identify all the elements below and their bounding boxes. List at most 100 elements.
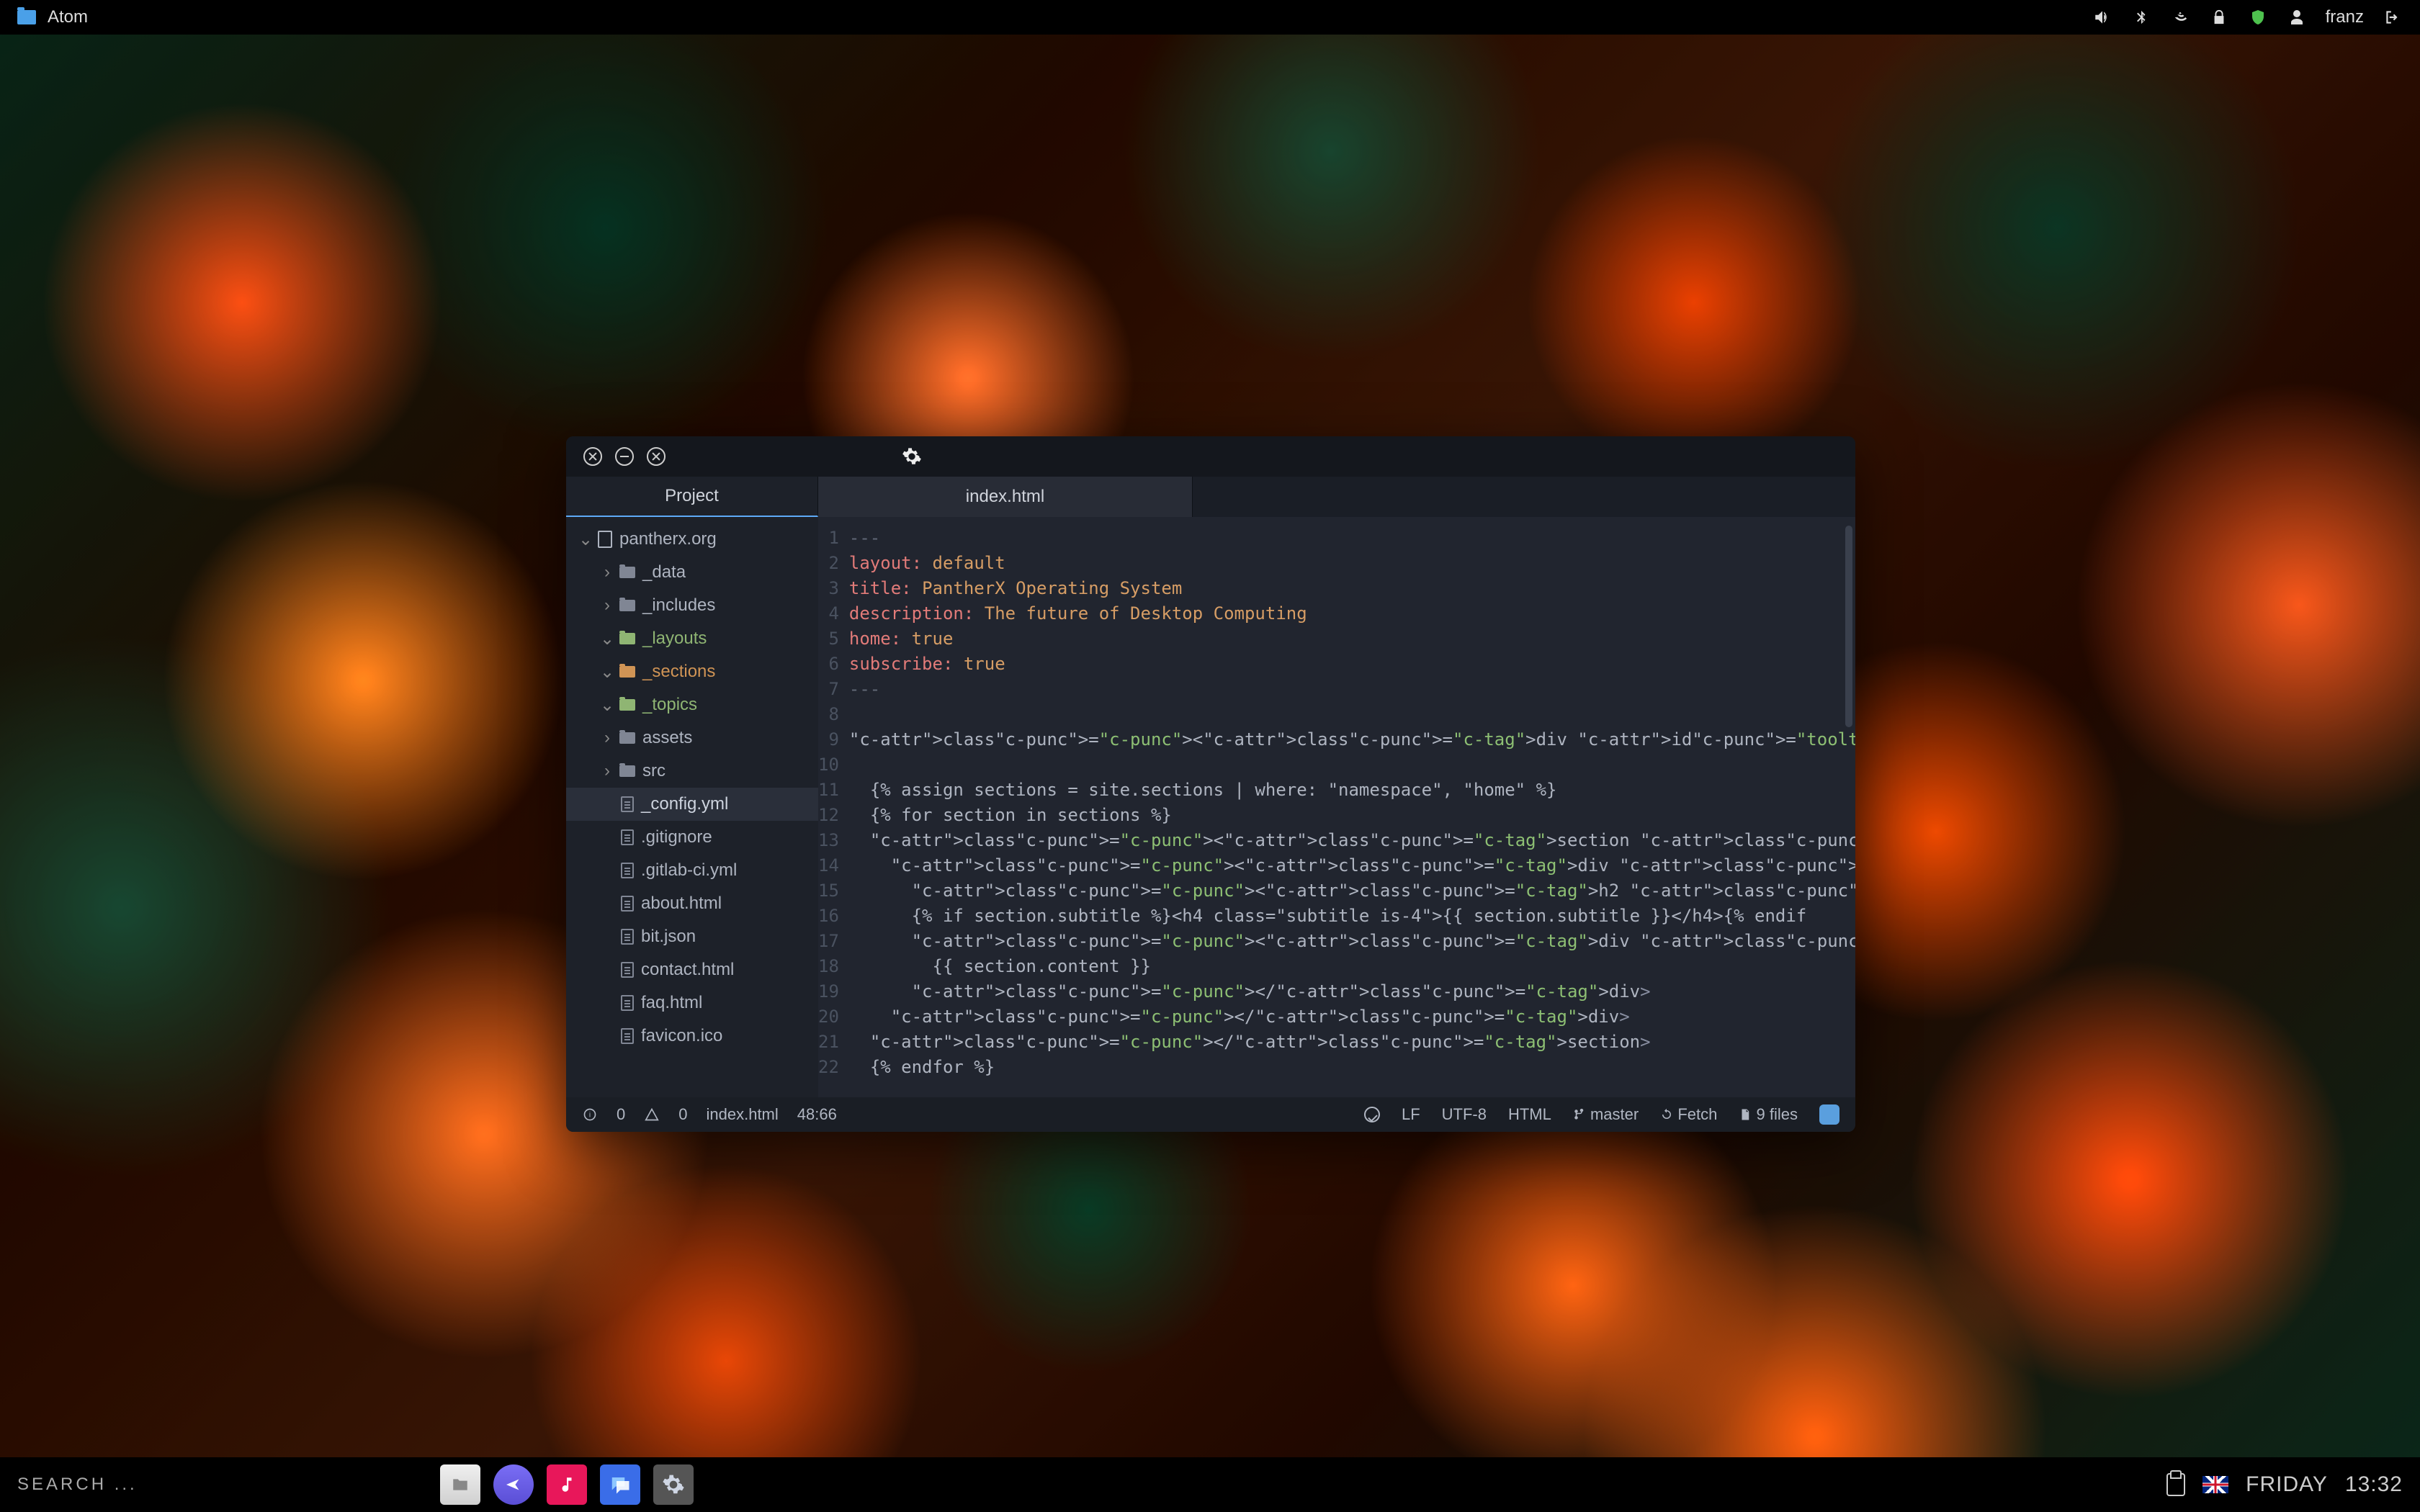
cursor-position[interactable]: 48:66 bbox=[797, 1105, 837, 1124]
top-panel: Atom franz bbox=[0, 0, 2420, 35]
tree-folder[interactable]: › _data bbox=[566, 556, 818, 589]
lock-icon[interactable] bbox=[2209, 7, 2229, 27]
tree-item-label: _data bbox=[642, 562, 686, 582]
wifi-icon[interactable] bbox=[2170, 7, 2190, 27]
file-icon bbox=[621, 863, 634, 878]
file-icon bbox=[621, 962, 634, 978]
search-input[interactable]: SEARCH ... bbox=[17, 1475, 138, 1495]
window-titlebar[interactable] bbox=[566, 436, 1855, 477]
tree-root-label: pantherx.org bbox=[619, 529, 717, 549]
tree-item-label: _topics bbox=[642, 695, 697, 715]
active-app-name: Atom bbox=[48, 7, 88, 27]
file-icon bbox=[621, 1028, 634, 1044]
tree-item-label: about.html bbox=[641, 894, 722, 914]
tree-root[interactable]: ⌄ pantherx.org bbox=[566, 523, 818, 556]
tree-folder[interactable]: ⌄ _topics bbox=[566, 688, 818, 721]
tree-file[interactable]: about.html bbox=[566, 887, 818, 920]
tree-folder[interactable]: › assets bbox=[566, 721, 818, 755]
chevron-down-icon: ⌄ bbox=[602, 662, 612, 683]
tree-item-label: contact.html bbox=[641, 960, 734, 980]
dock-chat-icon[interactable] bbox=[600, 1464, 640, 1505]
chevron-right-icon: › bbox=[602, 761, 612, 781]
chevron-right-icon: › bbox=[602, 728, 612, 748]
dock bbox=[440, 1464, 694, 1505]
git-fetch[interactable]: Fetch bbox=[1660, 1105, 1717, 1124]
git-files-changed[interactable]: 9 files bbox=[1739, 1105, 1798, 1124]
tree-folder[interactable]: › src bbox=[566, 755, 818, 788]
line-ending[interactable]: LF bbox=[1402, 1105, 1420, 1124]
clock-day[interactable]: FRIDAY bbox=[2246, 1472, 2328, 1497]
tree-item-label: faq.html bbox=[641, 993, 702, 1013]
window-close-button[interactable] bbox=[583, 447, 602, 466]
tree-file[interactable]: _config.yml bbox=[566, 788, 818, 821]
editor-window: Project index.html ⌄ pantherx.org › _data… bbox=[566, 436, 1855, 1132]
error-count: 0 bbox=[617, 1105, 625, 1124]
bottom-panel: SEARCH ... FRIDAY 13:32 bbox=[0, 1457, 2420, 1512]
dock-music-icon[interactable] bbox=[547, 1464, 587, 1505]
file-tab[interactable]: index.html bbox=[818, 477, 1193, 517]
keyboard-layout-icon[interactable] bbox=[2202, 1476, 2228, 1493]
svg-text:i: i bbox=[589, 1111, 591, 1119]
folder-icon bbox=[619, 699, 635, 711]
error-icon[interactable]: i bbox=[582, 1107, 598, 1122]
file-tree[interactable]: ⌄ pantherx.org › _data ›_includes ⌄ _layouts… bbox=[566, 517, 818, 1097]
tree-file[interactable]: favicon.ico bbox=[566, 1020, 818, 1053]
tree-folder[interactable]: ⌄ _layouts bbox=[566, 622, 818, 655]
tree-file[interactable]: .gitlab-ci.yml bbox=[566, 854, 818, 887]
folder-icon bbox=[619, 633, 635, 644]
gear-icon[interactable] bbox=[902, 446, 922, 467]
tabs-row: Project index.html bbox=[566, 477, 1855, 517]
bluetooth-icon[interactable] bbox=[2131, 7, 2151, 27]
git-branch[interactable]: master bbox=[1573, 1105, 1639, 1124]
tabs-empty-area[interactable] bbox=[1193, 477, 1855, 517]
username-label[interactable]: franz bbox=[2326, 7, 2364, 27]
squirrel-icon[interactable] bbox=[1819, 1104, 1839, 1125]
vertical-scrollbar[interactable] bbox=[1845, 526, 1852, 727]
chevron-down-icon: ⌄ bbox=[602, 629, 612, 649]
tree-item-label: assets bbox=[642, 728, 692, 748]
tree-file[interactable]: contact.html bbox=[566, 953, 818, 986]
tree-folder[interactable]: ⌄_sections bbox=[566, 655, 818, 688]
folder-icon bbox=[619, 666, 635, 678]
chevron-down-icon: ⌄ bbox=[581, 529, 591, 550]
window-minimize-button[interactable] bbox=[615, 447, 634, 466]
app-folder-icon bbox=[17, 10, 36, 24]
tree-file[interactable]: .gitignore bbox=[566, 821, 818, 854]
tree-file[interactable]: bit.json bbox=[566, 920, 818, 953]
repo-icon bbox=[598, 531, 612, 548]
chevron-right-icon: › bbox=[602, 562, 612, 582]
tree-item-label: bit.json bbox=[641, 927, 696, 947]
volume-icon[interactable] bbox=[2092, 7, 2112, 27]
code-content[interactable]: --- layout: default title: PantherX Oper… bbox=[849, 517, 1855, 1097]
folder-icon bbox=[619, 600, 635, 611]
tree-folder[interactable]: ›_includes bbox=[566, 589, 818, 622]
logout-icon[interactable] bbox=[2383, 7, 2403, 27]
tree-item-label: _layouts bbox=[642, 629, 707, 649]
project-tab[interactable]: Project bbox=[566, 477, 818, 517]
status-filename[interactable]: index.html bbox=[707, 1105, 779, 1124]
tree-item-label: src bbox=[642, 761, 666, 781]
user-icon[interactable] bbox=[2287, 7, 2307, 27]
clipboard-icon[interactable] bbox=[2166, 1473, 2185, 1496]
folder-icon bbox=[619, 732, 635, 744]
warning-icon[interactable] bbox=[644, 1107, 660, 1122]
dock-files-icon[interactable] bbox=[440, 1464, 480, 1505]
chevron-right-icon: › bbox=[602, 595, 612, 616]
file-icon bbox=[621, 829, 634, 845]
tree-item-label: _config.yml bbox=[641, 794, 728, 814]
file-icon bbox=[621, 896, 634, 912]
clock-time[interactable]: 13:32 bbox=[2345, 1472, 2403, 1497]
tree-file[interactable]: faq.html bbox=[566, 986, 818, 1020]
check-icon[interactable] bbox=[1364, 1107, 1380, 1122]
encoding[interactable]: UTF-8 bbox=[1442, 1105, 1487, 1124]
file-icon bbox=[621, 995, 634, 1011]
dock-settings-icon[interactable] bbox=[653, 1464, 694, 1505]
dock-browser-icon[interactable] bbox=[493, 1464, 534, 1505]
chevron-down-icon: ⌄ bbox=[602, 695, 612, 716]
folder-icon bbox=[619, 765, 635, 777]
language-mode[interactable]: HTML bbox=[1508, 1105, 1551, 1124]
line-gutter: 12345678910111213141516171819202122 bbox=[818, 517, 849, 1097]
code-editor[interactable]: 12345678910111213141516171819202122 --- … bbox=[818, 517, 1855, 1097]
shield-icon[interactable] bbox=[2248, 7, 2268, 27]
window-maximize-button[interactable] bbox=[647, 447, 666, 466]
